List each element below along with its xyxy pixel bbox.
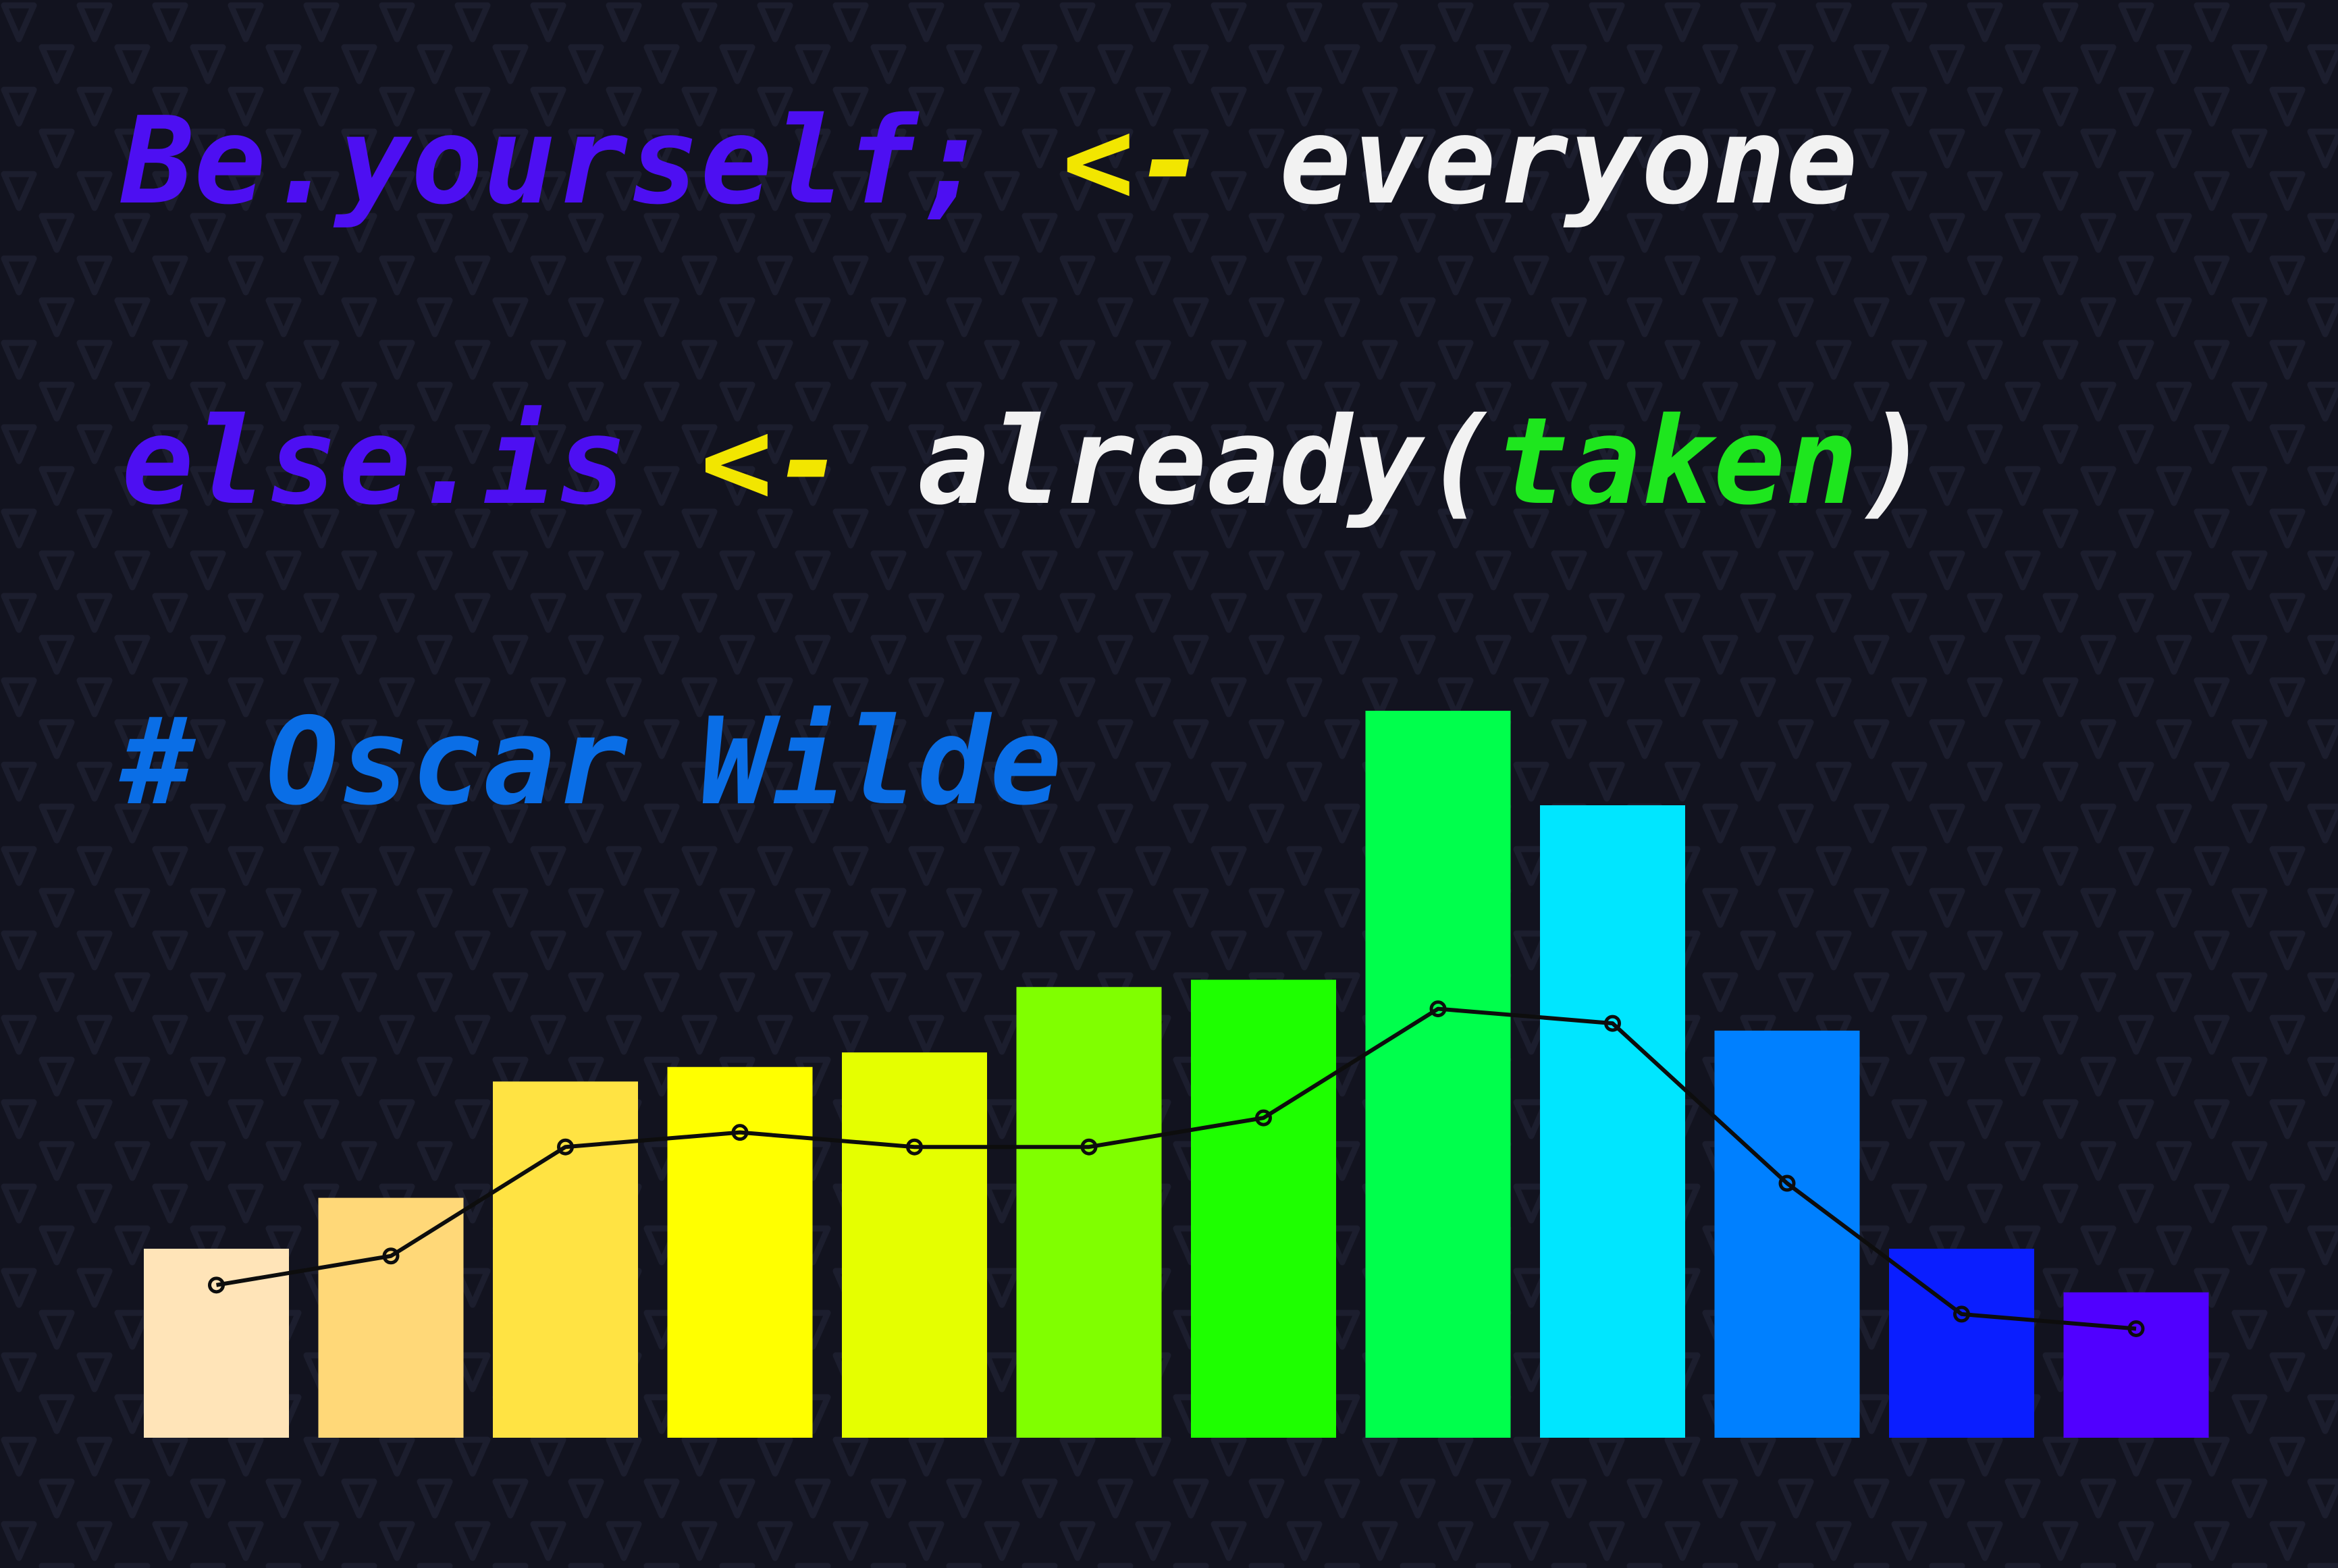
chart-bar-3 (493, 1081, 638, 1438)
chart-bar-5 (842, 1052, 987, 1438)
chart-bar-10 (1714, 1030, 1860, 1438)
chart-bar-2 (318, 1197, 464, 1438)
chart-bar-12 (2063, 1292, 2209, 1438)
chart-bar-7 (1191, 979, 1336, 1438)
bar-chart (144, 711, 2209, 1438)
chart-bar-6 (1016, 987, 1162, 1438)
chart-bar-9 (1540, 805, 1685, 1438)
chart-bar-8 (1365, 711, 1511, 1438)
chart-bar-4 (667, 1066, 813, 1438)
